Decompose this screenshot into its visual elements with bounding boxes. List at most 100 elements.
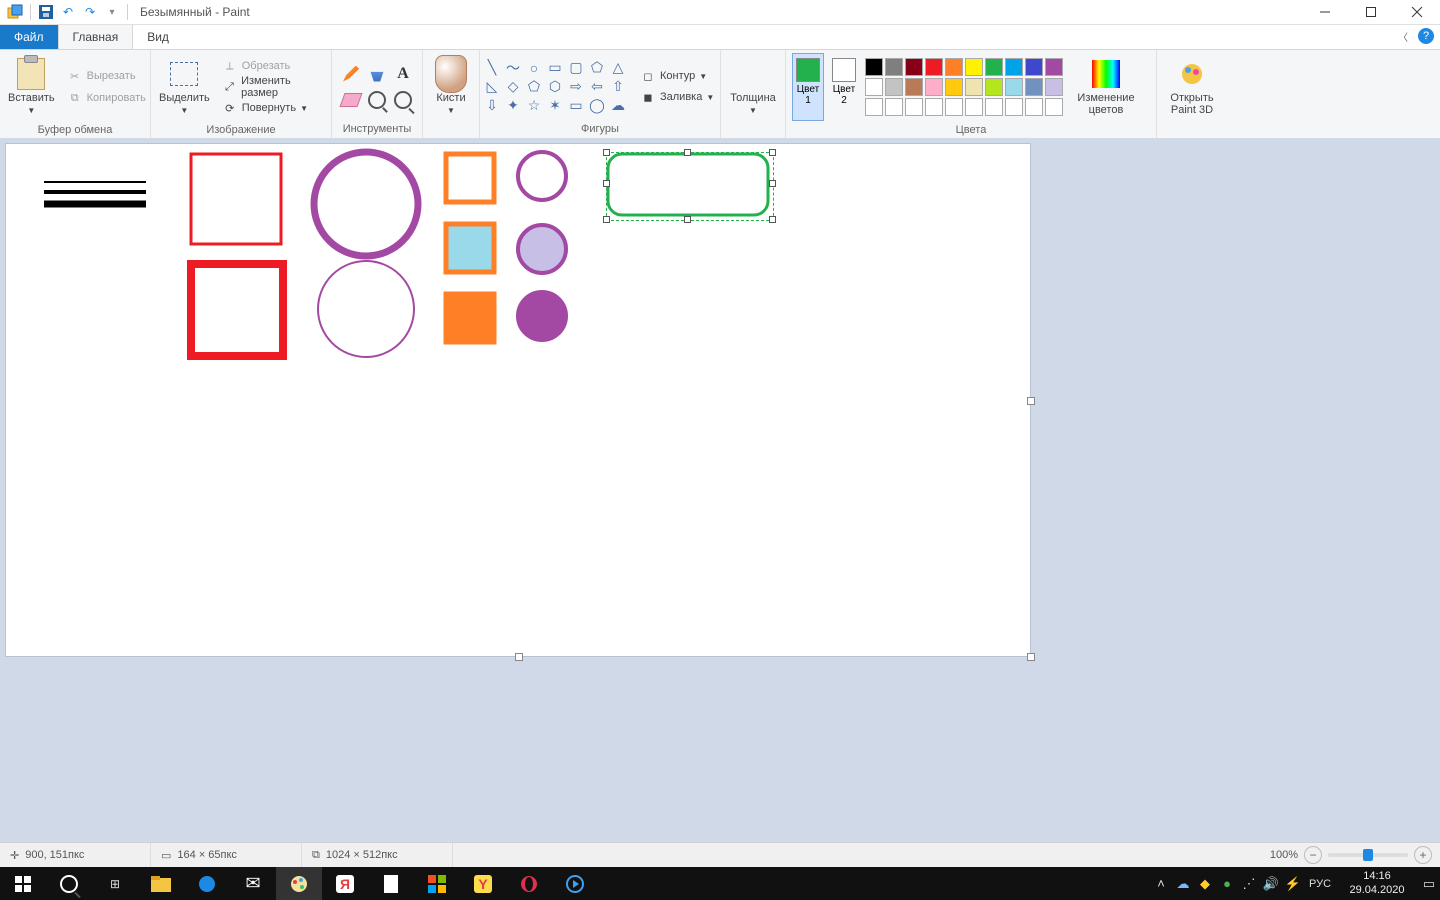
shape-arrowu-icon[interactable]: ⇧ <box>608 78 628 96</box>
shape-arrowr-icon[interactable]: ⇨ <box>566 78 586 96</box>
canvas-handle-s[interactable] <box>515 653 523 661</box>
tray-notifications-icon[interactable]: ▭ <box>1418 867 1440 900</box>
palette-swatch[interactable] <box>985 58 1003 76</box>
shape-hexagon-icon[interactable]: ⬡ <box>545 78 565 96</box>
media-taskbar-icon[interactable] <box>552 867 598 900</box>
tab-view[interactable]: Вид <box>133 25 183 49</box>
search-button[interactable] <box>46 867 92 900</box>
eraser-tool[interactable] <box>339 88 363 112</box>
shape-callout-oval-icon[interactable]: ◯ <box>587 97 607 115</box>
palette-swatch[interactable] <box>1045 78 1063 96</box>
palette-swatch[interactable] <box>945 58 963 76</box>
tab-file[interactable]: Файл <box>0 25 58 49</box>
tray-onedrive-icon[interactable]: ☁ <box>1172 867 1194 900</box>
shape-4star-icon[interactable]: ✦ <box>503 97 523 115</box>
copy-button[interactable]: ⧉Копировать <box>63 88 150 108</box>
palette-swatch-empty[interactable] <box>945 98 963 116</box>
selection-handle-n[interactable] <box>684 149 691 156</box>
document-taskbar-icon[interactable] <box>368 867 414 900</box>
outline-button[interactable]: ◻Контур ▼ <box>636 66 718 86</box>
fill-tool[interactable] <box>365 62 389 86</box>
shape-arrowd-icon[interactable]: ⇩ <box>482 97 502 115</box>
mail-taskbar-icon[interactable]: ✉ <box>230 867 276 900</box>
color2-button[interactable]: Цвет 2 <box>828 53 860 121</box>
palette-swatch-empty[interactable] <box>1045 98 1063 116</box>
palette-swatch[interactable] <box>925 78 943 96</box>
minimize-button[interactable] <box>1302 0 1348 24</box>
palette-swatch[interactable] <box>1025 78 1043 96</box>
select-button[interactable]: Выделить▼ <box>151 50 218 124</box>
shape-rtriangle-icon[interactable]: ◺ <box>482 78 502 96</box>
tray-wifi-icon[interactable]: ⋰ <box>1238 867 1260 900</box>
tab-home[interactable]: Главная <box>58 25 134 49</box>
tray-clock[interactable]: 14:1629.04.2020 <box>1336 868 1418 898</box>
task-view-button[interactable]: ⊞ <box>92 867 138 900</box>
palette-swatch[interactable] <box>905 58 923 76</box>
save-icon[interactable] <box>37 3 55 21</box>
shape-curve-icon[interactable]: 〜 <box>503 59 523 77</box>
picker-tool[interactable] <box>365 88 389 112</box>
palette-swatch[interactable] <box>945 78 963 96</box>
undo-icon[interactable]: ↶ <box>59 3 77 21</box>
explorer-taskbar-icon[interactable] <box>138 867 184 900</box>
opera-taskbar-icon[interactable] <box>506 867 552 900</box>
palette-swatch[interactable] <box>1045 58 1063 76</box>
palette-swatch-empty[interactable] <box>925 98 943 116</box>
palette-swatch[interactable] <box>985 78 1003 96</box>
close-button[interactable] <box>1394 0 1440 24</box>
tray-volume-icon[interactable]: 🔊 <box>1260 867 1282 900</box>
palette-swatch-empty[interactable] <box>885 98 903 116</box>
palette-swatch-empty[interactable] <box>905 98 923 116</box>
maximize-button[interactable] <box>1348 0 1394 24</box>
brushes-button[interactable]: Кисти▼ <box>427 50 475 124</box>
palette-swatch[interactable] <box>1025 58 1043 76</box>
palette-swatch[interactable] <box>905 78 923 96</box>
palette-swatch[interactable] <box>865 78 883 96</box>
shape-5star-icon[interactable]: ☆ <box>524 97 544 115</box>
palette-swatch-empty[interactable] <box>965 98 983 116</box>
start-button[interactable] <box>0 867 46 900</box>
palette-swatch-empty[interactable] <box>1005 98 1023 116</box>
shape-pentagon-icon[interactable]: ⬠ <box>524 78 544 96</box>
palette-swatch[interactable] <box>1005 58 1023 76</box>
zoom-out-button[interactable]: − <box>1304 846 1322 864</box>
store-taskbar-icon[interactable] <box>414 867 460 900</box>
palette-swatch[interactable] <box>865 58 883 76</box>
zoom-thumb[interactable] <box>1363 849 1373 861</box>
palette-swatch[interactable] <box>885 78 903 96</box>
yandex-browser-taskbar-icon[interactable]: Y <box>460 867 506 900</box>
shape-6star-icon[interactable]: ✶ <box>545 97 565 115</box>
palette-swatch[interactable] <box>925 58 943 76</box>
selection-handle-e[interactable] <box>769 180 776 187</box>
color1-button[interactable]: Цвет 1 <box>792 53 824 121</box>
edge-taskbar-icon[interactable] <box>184 867 230 900</box>
shape-oval-icon[interactable]: ○ <box>524 59 544 77</box>
shapes-gallery[interactable]: ╲〜○▭▢⬠△ ◺◇⬠⬡⇨⇦⇧ ⇩✦☆✶▭◯☁ <box>480 57 630 117</box>
magnifier-tool[interactable] <box>391 88 415 112</box>
shape-callout-cloud-icon[interactable]: ☁ <box>608 97 628 115</box>
tray-language[interactable]: РУС <box>1304 867 1336 900</box>
tray-overflow-icon[interactable]: ˄ <box>1150 867 1172 900</box>
canvas-handle-e[interactable] <box>1027 397 1035 405</box>
selection-handle-nw[interactable] <box>603 149 610 156</box>
fill-style-button[interactable]: ◼Заливка ▼ <box>636 87 718 107</box>
tray-power-icon[interactable]: ⚡ <box>1282 867 1304 900</box>
thickness-button[interactable]: Толщина▼ <box>722 50 784 124</box>
palette-swatch[interactable] <box>1005 78 1023 96</box>
palette-swatch-empty[interactable] <box>865 98 883 116</box>
palette-swatch[interactable] <box>965 78 983 96</box>
crop-button[interactable]: ⟂Обрезать <box>218 56 331 76</box>
tray-antivirus-icon[interactable]: ● <box>1216 867 1238 900</box>
shape-roundrect-icon[interactable]: ▢ <box>566 59 586 77</box>
collapse-ribbon-icon[interactable]: 〈 <box>1398 29 1408 44</box>
palette-swatch[interactable] <box>885 58 903 76</box>
shape-rect-icon[interactable]: ▭ <box>545 59 565 77</box>
shape-polygon-icon[interactable]: ⬠ <box>587 59 607 77</box>
tray-dropbox-icon[interactable]: ◆ <box>1194 867 1216 900</box>
palette-swatch-empty[interactable] <box>1025 98 1043 116</box>
canvas-handle-se[interactable] <box>1027 653 1035 661</box>
pencil-tool[interactable] <box>339 62 363 86</box>
help-icon[interactable]: ? <box>1418 28 1434 44</box>
shape-callout-rect-icon[interactable]: ▭ <box>566 97 586 115</box>
shape-line-icon[interactable]: ╲ <box>482 59 502 77</box>
